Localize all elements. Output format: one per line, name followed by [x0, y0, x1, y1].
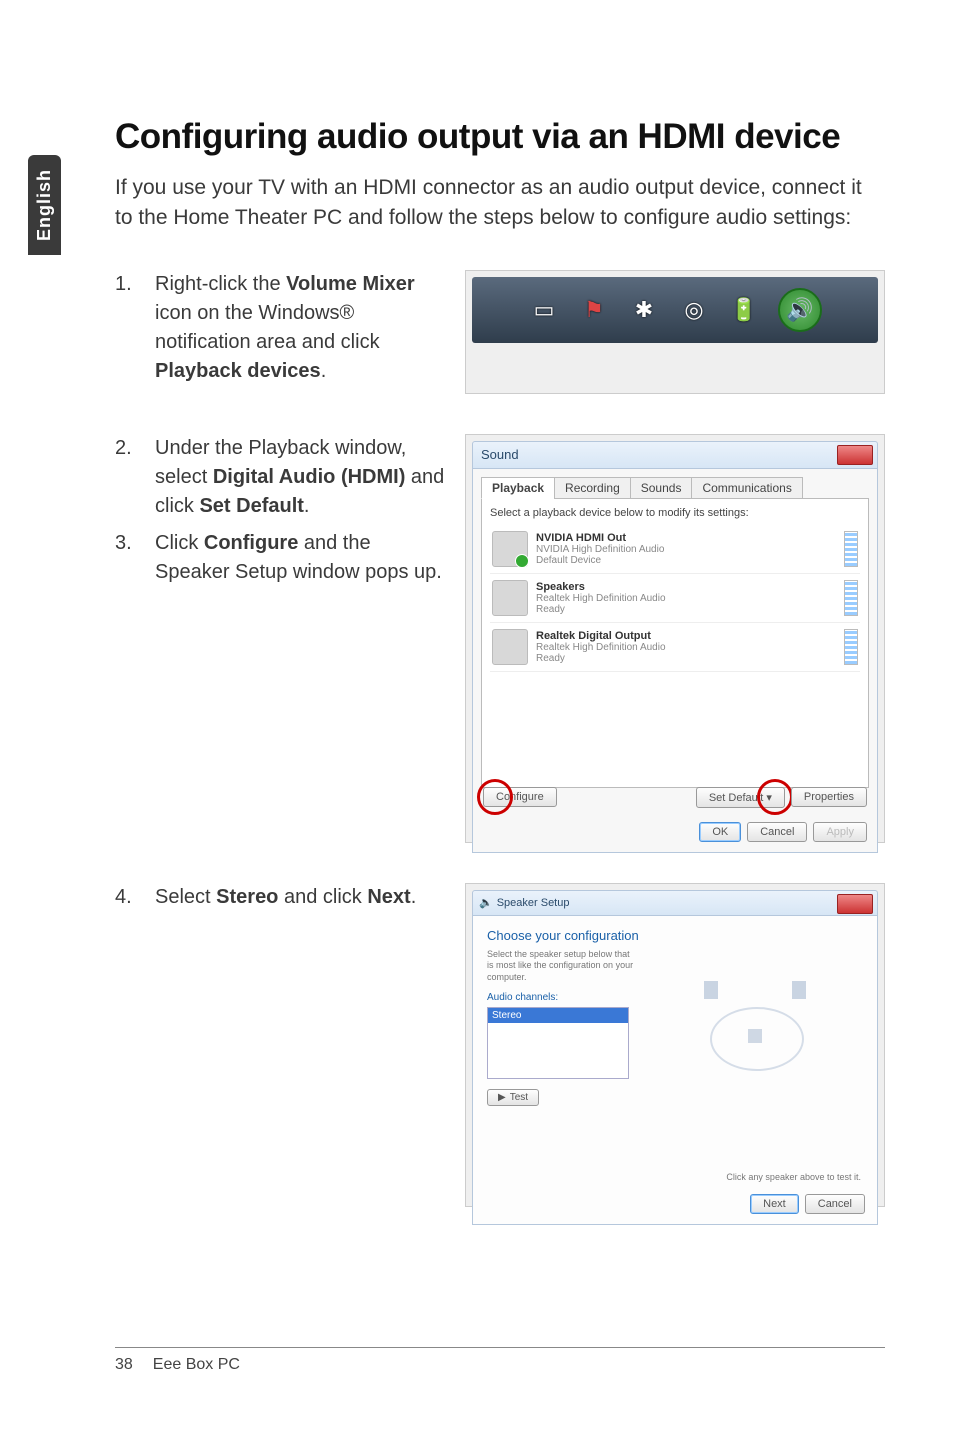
device-row[interactable]: Speakers Realtek High Definition Audio R… — [490, 574, 860, 623]
page-number: 38 — [115, 1356, 133, 1374]
chevron-down-icon: ▾ — [766, 792, 772, 804]
page-title: Configuring audio output via an HDMI dev… — [115, 115, 885, 159]
dialog-title: Sound — [481, 447, 519, 462]
product-name: Eee Box PC — [153, 1356, 240, 1374]
device-status: Ready — [536, 653, 836, 664]
device-row[interactable]: Realtek Digital Output Realtek High Defi… — [490, 623, 860, 672]
speaker-right-icon[interactable] — [792, 981, 806, 999]
tab-strip: Playback Recording Sounds Communications — [481, 477, 869, 499]
step-body: Click Configure and the Speaker Setup wi… — [155, 529, 445, 587]
level-meter — [844, 580, 858, 616]
play-icon: ▶ — [498, 1092, 506, 1103]
tab-playback[interactable]: Playback — [481, 477, 555, 499]
device-icon — [492, 531, 528, 567]
tab-sounds[interactable]: Sounds — [630, 477, 693, 499]
eye-icon: ◎ — [678, 294, 710, 326]
device-icon — [492, 629, 528, 665]
device-row[interactable]: NVIDIA HDMI Out NVIDIA High Definition A… — [490, 525, 860, 574]
system-tray: ▭ ⚑ ✱ ◎ 🔋 🔊 — [472, 277, 878, 343]
properties-button[interactable]: Properties — [791, 787, 867, 807]
apply-button[interactable]: Apply — [813, 822, 867, 842]
device-title: NVIDIA HDMI Out — [536, 532, 836, 544]
cancel-button[interactable]: Cancel — [747, 822, 807, 842]
language-tab: English — [28, 155, 61, 255]
speaker-sub: Select the speaker setup below that is m… — [487, 949, 637, 984]
step-body: Right-click the Volume Mixer icon on the… — [155, 270, 445, 386]
speaker-visual — [647, 949, 863, 1106]
device-icon — [492, 580, 528, 616]
set-default-button[interactable]: Set Default ▾ — [696, 787, 785, 808]
dialog-title: Speaker Setup — [497, 897, 570, 909]
step-4-row: 4. Select Stereo and click Next. 🔈 Speak… — [115, 883, 885, 1207]
close-icon[interactable] — [837, 445, 873, 465]
speaker-left-icon[interactable] — [704, 981, 718, 999]
step-2-3-text: 2. Under the Playback window, select Dig… — [115, 434, 445, 843]
tab-communications[interactable]: Communications — [691, 477, 802, 499]
intro-paragraph: If you use your TV with an HDMI connecto… — [115, 173, 885, 234]
volume-icon: 🔊 — [778, 288, 822, 332]
page-footer: 38 Eee Box PC — [115, 1347, 885, 1374]
net-icon: ▭ — [528, 294, 560, 326]
cancel-button[interactable]: Cancel — [805, 1194, 865, 1214]
page-content: Configuring audio output via an HDMI dev… — [115, 115, 885, 1247]
test-button[interactable]: ▶ Test — [487, 1089, 539, 1106]
speaker-icon: 🔈 — [479, 896, 493, 909]
configure-button[interactable]: Configure — [483, 787, 557, 807]
step-number: 1. — [115, 270, 155, 386]
speaker-heading: Choose your configuration — [487, 928, 863, 943]
device-title: Speakers — [536, 581, 836, 593]
playback-instruction: Select a playback device below to modify… — [490, 507, 860, 519]
step-body: Select Stereo and click Next. — [155, 883, 445, 912]
sound-dialog-screenshot: Sound Playback Recording Sounds Communic… — [465, 434, 885, 843]
level-meter — [844, 531, 858, 567]
systray-screenshot: ▭ ⚑ ✱ ◎ 🔋 🔊 — [465, 270, 885, 394]
battery-icon: 🔋 — [728, 294, 760, 326]
audio-channels-label: Audio channels: — [487, 992, 637, 1003]
tab-recording[interactable]: Recording — [554, 477, 631, 499]
step-1-row: 1. Right-click the Volume Mixer icon on … — [115, 270, 885, 394]
device-status: Default Device — [536, 555, 836, 566]
step-number: 2. — [115, 434, 155, 521]
device-sub: NVIDIA High Definition Audio — [536, 544, 836, 555]
playback-panel: Select a playback device below to modify… — [481, 498, 869, 788]
step-body: Under the Playback window, select Digita… — [155, 434, 445, 521]
step-1-text: 1. Right-click the Volume Mixer icon on … — [115, 270, 445, 394]
speaker-note: Click any speaker above to test it. — [726, 1172, 861, 1182]
bluetooth-icon: ✱ — [628, 294, 660, 326]
step-2-3-row: 2. Under the Playback window, select Dig… — [115, 434, 885, 843]
device-sub: Realtek High Definition Audio — [536, 593, 836, 604]
step-number: 3. — [115, 529, 155, 587]
device-title: Realtek Digital Output — [536, 630, 836, 642]
audio-channels-listbox[interactable]: Stereo — [487, 1007, 629, 1079]
next-button[interactable]: Next — [750, 1194, 799, 1214]
dialog-titlebar: Sound — [472, 441, 878, 469]
ok-button[interactable]: OK — [699, 822, 741, 842]
step-number: 4. — [115, 883, 155, 912]
list-item[interactable]: Stereo — [488, 1008, 628, 1023]
listener-icon — [748, 1029, 762, 1043]
device-sub: Realtek High Definition Audio — [536, 642, 836, 653]
speaker-setup-screenshot: 🔈 Speaker Setup Choose your configuratio… — [465, 883, 885, 1207]
level-meter — [844, 629, 858, 665]
step-4-text: 4. Select Stereo and click Next. — [115, 883, 445, 1207]
device-status: Ready — [536, 604, 836, 615]
flag-icon: ⚑ — [578, 294, 610, 326]
dialog-titlebar: 🔈 Speaker Setup — [472, 890, 878, 916]
close-icon[interactable] — [837, 894, 873, 914]
